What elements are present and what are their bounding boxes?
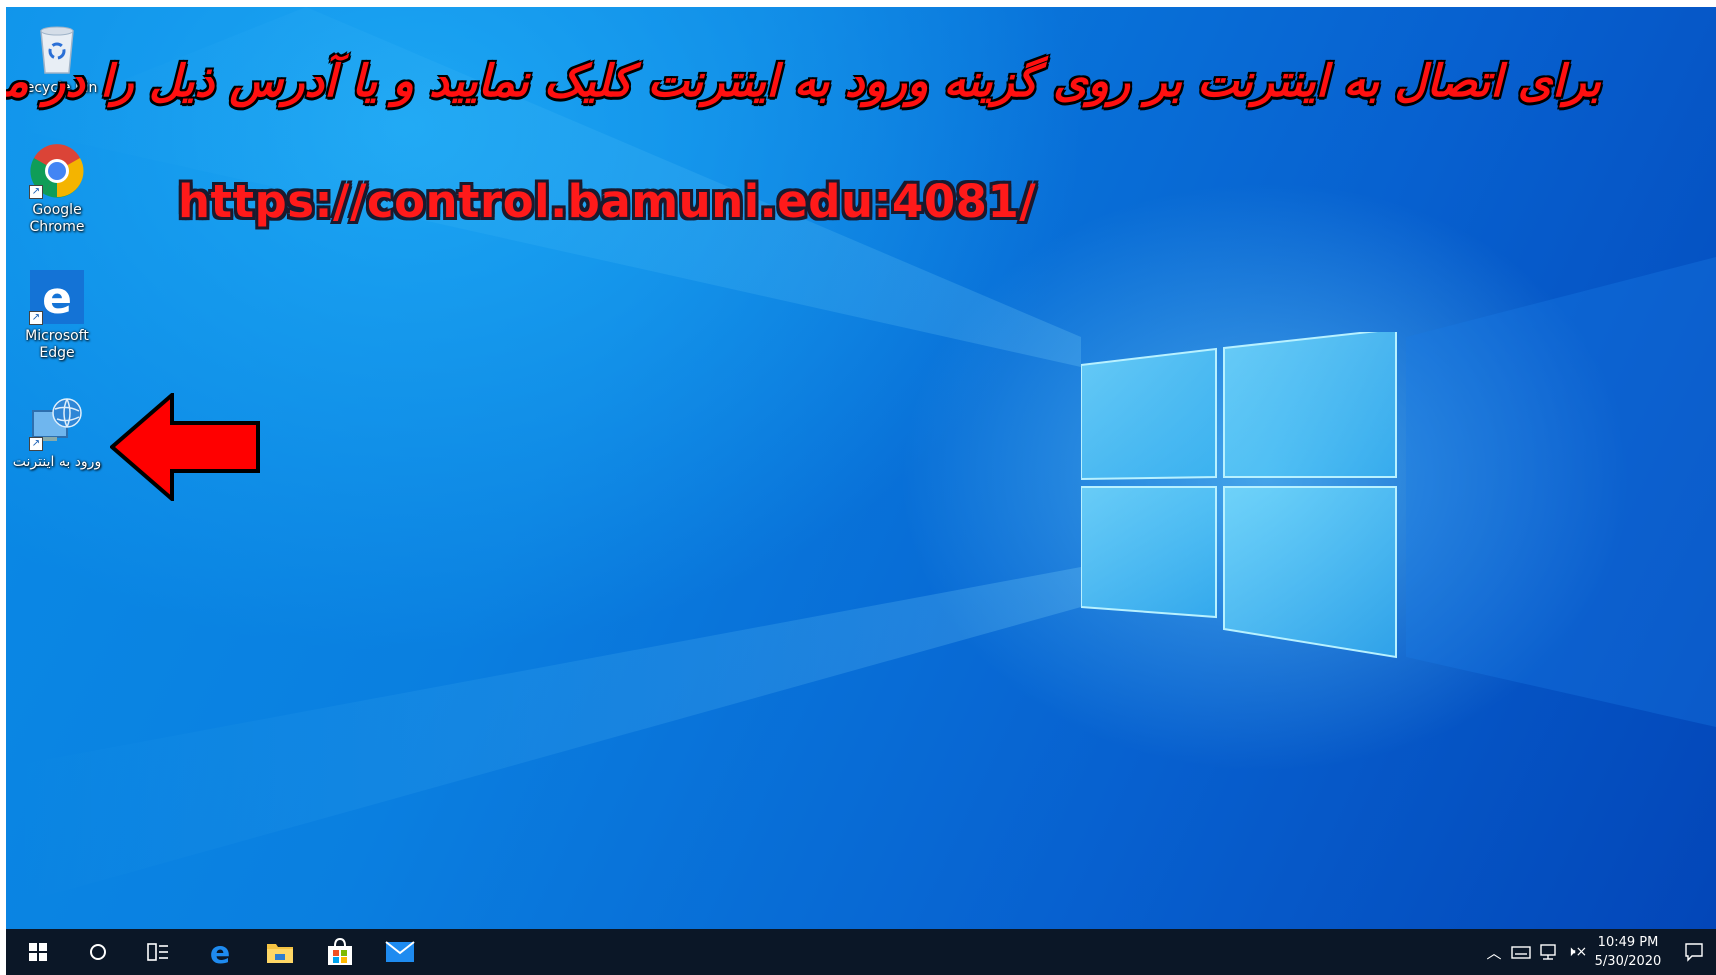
internet-login-icon: ↗ [29, 395, 85, 451]
chevron-up-icon: ︿ [1486, 943, 1502, 962]
persian-instruction-text: برای اتصال به اینترنت بر روی گزینه ورود … [6, 56, 1601, 107]
taskbar-store-button[interactable] [310, 929, 370, 975]
task-view-button[interactable] [128, 929, 188, 975]
task-view-icon [147, 943, 168, 961]
touch-keyboard-icon [1511, 946, 1531, 959]
clock-date: 5/30/2020 [1594, 954, 1662, 969]
volume-muted-icon: 🕨× [1566, 944, 1588, 960]
svg-text:e: e [42, 273, 72, 324]
start-button[interactable] [8, 929, 68, 975]
taskbar: e ︿ 🕨× 10:49 PM 5/30/2020 [6, 929, 1716, 975]
clock[interactable]: 10:49 PM 5/30/2020 [1588, 933, 1668, 971]
clock-time: 10:49 PM [1597, 935, 1659, 950]
desktop[interactable]: Recycle Bin ↗ Google Chrome e ↗ Microsof… [6, 7, 1716, 929]
notification-icon [1685, 943, 1703, 962]
svg-text:e: e [210, 938, 230, 966]
desktop-icon-edge[interactable]: e ↗ Microsoft Edge [12, 269, 102, 362]
taskbar-mail-button[interactable] [370, 929, 430, 975]
volume-button[interactable]: 🕨× [1564, 929, 1590, 975]
shortcut-arrow-icon: ↗ [29, 185, 43, 199]
shortcut-arrow-icon: ↗ [29, 311, 43, 325]
edge-icon: e [210, 938, 230, 966]
taskbar-file-explorer-button[interactable] [250, 929, 310, 975]
edge-icon: e ↗ [29, 269, 85, 325]
chrome-icon: ↗ [29, 143, 85, 199]
desktop-icon-internet-login[interactable]: ↗ ورود به اینترنت [12, 395, 102, 471]
windows-logo-wallpaper [1080, 327, 1406, 662]
network-icon [1540, 944, 1556, 960]
search-button[interactable] [68, 929, 128, 975]
taskbar-edge-button[interactable]: e [190, 929, 250, 975]
keyboard-status-button[interactable] [1508, 929, 1534, 975]
file-explorer-icon [267, 944, 293, 963]
system-tray: ︿ 🕨× 10:49 PM 5/30/2020 [1456, 929, 1716, 975]
start-icon [29, 943, 47, 961]
show-hidden-icons-button[interactable]: ︿ [1482, 929, 1506, 975]
network-button[interactable] [1536, 929, 1562, 975]
search-icon [90, 944, 106, 960]
action-center-button[interactable] [1676, 929, 1712, 975]
login-url-text: https://control.bamuni.edu:4081/ [178, 175, 1037, 228]
mail-icon [385, 941, 415, 962]
shortcut-arrow-icon: ↗ [29, 437, 43, 451]
icon-label: Microsoft Edge [25, 328, 89, 361]
desktop-icon-chrome[interactable]: ↗ Google Chrome [12, 143, 102, 236]
icon-label: Google Chrome [29, 202, 85, 235]
store-icon [328, 938, 352, 965]
red-pointer-arrow [110, 393, 260, 501]
icon-label: ورود به اینترنت [12, 454, 102, 470]
